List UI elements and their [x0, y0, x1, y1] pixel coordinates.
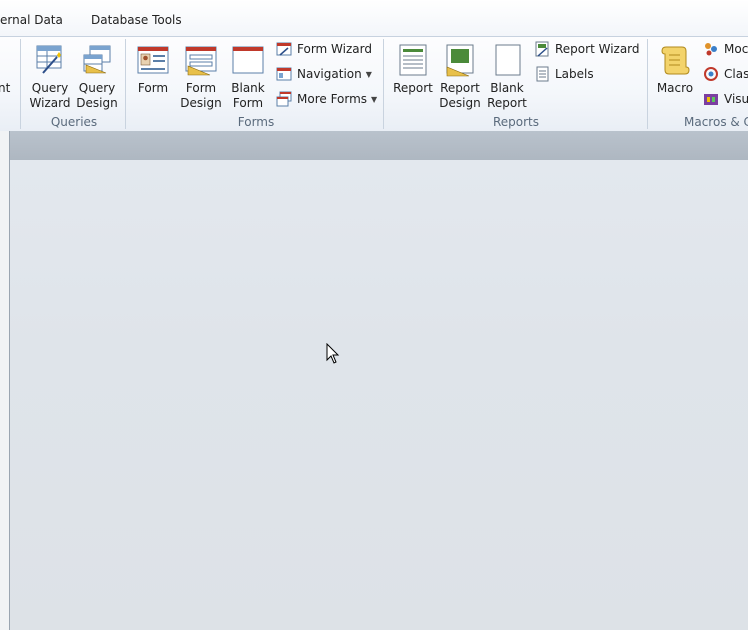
group-separator [125, 39, 126, 129]
chevron-down-icon: ▼ [365, 69, 372, 79]
report-design-button[interactable]: Report Design [437, 41, 483, 111]
group-label-queries: Queries [50, 115, 98, 129]
query-design-icon [80, 43, 114, 77]
report-wizard-button[interactable]: Report Wizard [534, 41, 640, 57]
workspace-area [10, 160, 748, 630]
group-label-forms: Forms [237, 115, 275, 129]
macro-scroll-icon [658, 43, 692, 77]
more-forms-dropdown[interactable]: More Forms ▼ [276, 91, 377, 107]
navigation-form-icon [276, 66, 292, 82]
report-icon [396, 43, 430, 77]
group-separator [647, 39, 648, 129]
navigation-dropdown[interactable]: Navigation ▼ [276, 66, 372, 82]
module-button[interactable]: Moc [703, 41, 748, 57]
mouse-cursor-icon [326, 342, 340, 369]
chevron-down-icon: ▼ [371, 94, 378, 104]
partial-button-label[interactable]: nt [0, 81, 10, 96]
blank-form-icon [231, 43, 265, 77]
group-label-reports: Reports [492, 115, 540, 129]
module-icon [703, 41, 719, 57]
form-button[interactable]: Form [133, 41, 173, 96]
report-button[interactable]: Report [390, 41, 436, 96]
query-design-button[interactable]: Query Design [74, 41, 120, 111]
ribbon: nt Query Wizard Query Design Queries For… [0, 36, 748, 132]
report-wizard-icon [534, 41, 550, 57]
blank-report-icon [490, 43, 524, 77]
class-module-icon [703, 66, 719, 82]
blank-report-button[interactable]: Blank Report [485, 41, 529, 111]
macro-button[interactable]: Macro [654, 41, 696, 96]
form-design-button[interactable]: Form Design [178, 41, 224, 111]
class-module-button[interactable]: Clas [703, 66, 748, 82]
labels-icon [534, 66, 550, 82]
form-wizard-button[interactable]: Form Wizard [276, 41, 372, 57]
group-separator [383, 39, 384, 129]
group-label-macros: Macros & C [684, 115, 748, 129]
tab-database-tools[interactable]: Database Tools [91, 13, 182, 27]
query-wizard-icon [33, 43, 67, 77]
form-wizard-icon [276, 41, 292, 57]
tab-external-data[interactable]: ernal Data [0, 13, 63, 27]
more-forms-icon [276, 91, 292, 107]
blank-form-button[interactable]: Blank Form [228, 41, 268, 111]
group-separator [20, 39, 21, 129]
visual-basic-icon [703, 91, 719, 107]
visual-basic-button[interactable]: Visu [703, 91, 748, 107]
form-icon [136, 43, 170, 77]
query-wizard-button[interactable]: Query Wizard [27, 41, 73, 111]
document-tab-strip [0, 131, 748, 160]
report-design-icon [443, 43, 477, 77]
form-design-icon [184, 43, 218, 77]
ribbon-tab-row: ernal Data Database Tools [0, 0, 748, 36]
labels-button[interactable]: Labels [534, 66, 594, 82]
navigation-pane-collapsed[interactable] [0, 131, 10, 630]
